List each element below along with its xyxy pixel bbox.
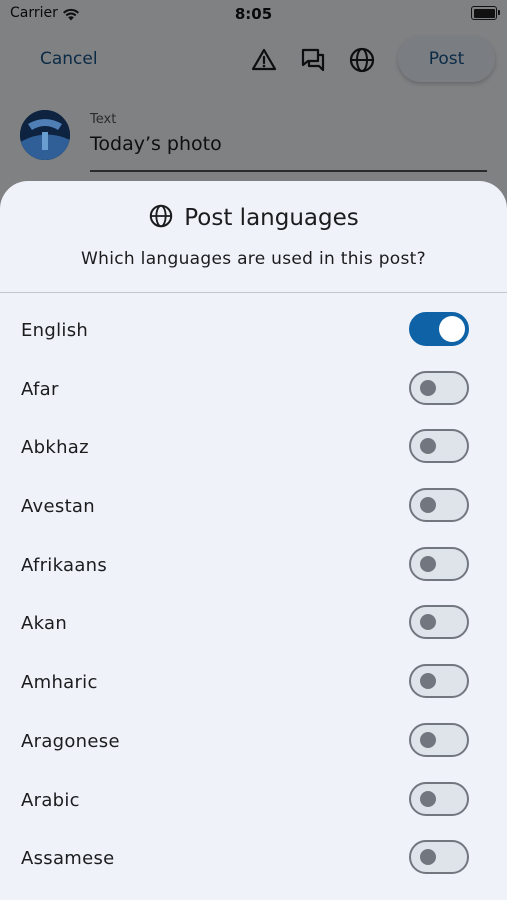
language-toggle[interactable] (409, 840, 469, 875)
cancel-button[interactable]: Cancel (40, 49, 98, 69)
clock: 8:05 (234, 5, 273, 23)
status-bar: Carrier 8:05 (0, 0, 507, 30)
language-label: Afar (21, 378, 59, 400)
globe-icon[interactable] (348, 46, 376, 74)
avatar[interactable] (20, 110, 70, 160)
language-row[interactable]: English (0, 304, 507, 363)
language-toggle[interactable] (409, 429, 469, 464)
language-toggle[interactable] (409, 546, 469, 581)
language-row[interactable]: Abkhaz (0, 421, 507, 480)
toggle-knob (420, 790, 436, 807)
language-toggle[interactable] (409, 312, 469, 346)
post-button-label: Post (428, 49, 465, 69)
language-row[interactable]: Assamese (0, 832, 507, 891)
language-list: English Afar Abkhaz Avestan Afrikaans Akan Amh… (0, 304, 507, 891)
language-label: Afrikaans (21, 554, 108, 576)
toggle-knob (420, 379, 436, 396)
language-label: Aragonese (21, 730, 120, 752)
post-text-input[interactable]: Today’s photo (90, 133, 222, 155)
toggle-knob (439, 316, 465, 342)
language-label: Amharic (21, 672, 98, 694)
toggle-knob (420, 438, 436, 455)
language-toggle[interactable] (409, 370, 469, 405)
language-row[interactable]: Avestan (0, 480, 507, 539)
language-label: Akan (21, 613, 68, 635)
language-label: Abkhaz (21, 437, 89, 459)
post-button[interactable]: Post (398, 36, 495, 82)
language-row[interactable]: Amharic (0, 656, 507, 715)
sheet-title: Post languages (184, 205, 359, 231)
language-toggle[interactable] (409, 664, 469, 699)
language-label: Arabic (21, 789, 80, 811)
warning-icon[interactable] (250, 46, 278, 74)
toggle-knob (420, 849, 436, 866)
toggle-knob (420, 614, 436, 631)
language-toggle[interactable] (409, 488, 469, 523)
language-label: Avestan (21, 496, 95, 518)
text-field-label: Text (90, 112, 117, 127)
language-row[interactable]: Akan (0, 597, 507, 656)
divider (0, 292, 507, 293)
language-toggle[interactable] (409, 781, 469, 816)
language-toggle[interactable] (409, 722, 469, 757)
language-row[interactable]: Afrikaans (0, 539, 507, 598)
post-languages-sheet: Post languages Which languages are used … (0, 181, 507, 900)
language-label: Assamese (21, 848, 115, 870)
toggle-knob (420, 497, 436, 514)
threadgate-icon[interactable] (299, 46, 327, 74)
sheet-title-row: Post languages (0, 203, 507, 233)
language-toggle[interactable] (409, 605, 469, 640)
sheet-header: Post languages Which languages are used … (0, 181, 507, 293)
toggle-knob (420, 555, 436, 572)
language-label: English (21, 320, 89, 341)
language-row[interactable]: Afar (0, 363, 507, 422)
language-row[interactable]: Arabic (0, 774, 507, 833)
globe-icon (148, 203, 174, 233)
text-field-underline (90, 170, 487, 172)
toggle-knob (420, 731, 436, 748)
sheet-subtitle: Which languages are used in this post? (81, 249, 426, 269)
language-row[interactable]: Aragonese (0, 715, 507, 774)
battery-icon (471, 6, 500, 20)
toggle-knob (420, 673, 436, 690)
